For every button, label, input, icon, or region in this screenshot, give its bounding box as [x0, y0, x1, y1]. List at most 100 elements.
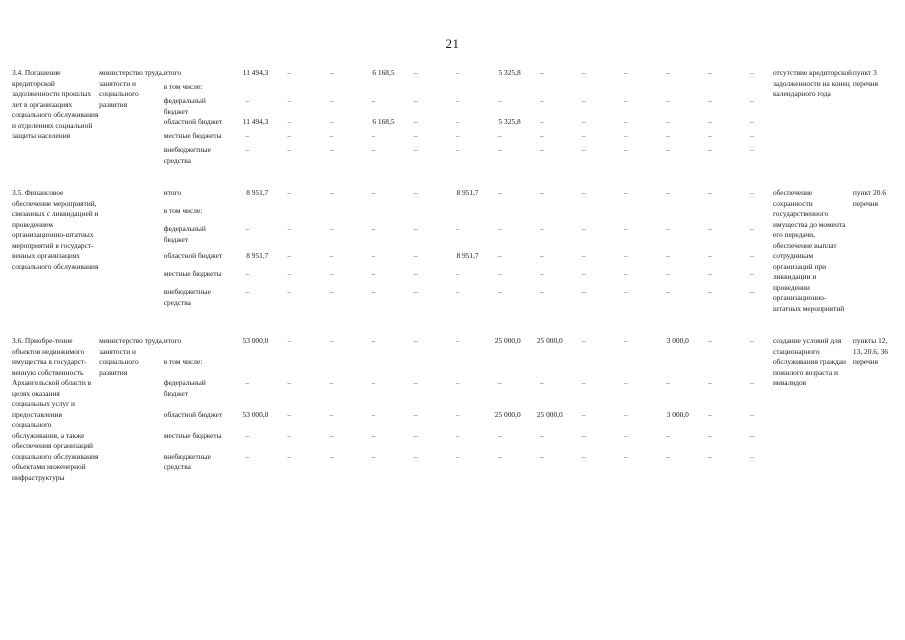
- amount-cell-empty: –: [708, 336, 712, 346]
- amount-cell: 8 951,7: [456, 251, 479, 261]
- amount-cell-empty: –: [623, 96, 628, 105]
- amount-cell-empty: –: [750, 251, 754, 261]
- amount-cell-empty: –: [750, 188, 754, 198]
- amount-cell: [226, 82, 268, 96]
- amount-cell: [563, 206, 605, 224]
- amount-cell-empty: –: [371, 287, 376, 297]
- amount-cell: [352, 206, 394, 224]
- amount-cell-empty: –: [581, 451, 586, 461]
- amount-cell: [437, 82, 479, 96]
- amount-cell-empty: –: [623, 287, 628, 297]
- amount-cell-empty: –: [245, 224, 250, 234]
- measure-name: 3.4. Погашение кредиторской задолженност…: [12, 68, 99, 141]
- funding-source-label: областной бюджет: [163, 409, 223, 419]
- amount-cell-empty: –: [329, 287, 334, 297]
- amount-cell-empty: –: [708, 287, 712, 297]
- amount-cell-empty: –: [287, 145, 292, 155]
- amount-cell-empty: –: [539, 378, 544, 388]
- amount-cell-empty: –: [371, 224, 376, 234]
- amount-cell-empty: –: [287, 287, 292, 297]
- amount-cell-empty: –: [497, 451, 502, 461]
- amount-cell-empty: –: [329, 451, 334, 461]
- amount-cell: 6 168,5: [372, 117, 395, 127]
- amount-cell-empty: –: [623, 378, 628, 388]
- amount-cell-empty: –: [371, 451, 376, 461]
- amount-cell-empty: –: [497, 378, 502, 388]
- amount-cell-empty: –: [329, 251, 334, 261]
- amount-cell-empty: –: [623, 224, 628, 234]
- amount-cell-empty: –: [455, 336, 460, 346]
- amount-cell-empty: –: [581, 409, 586, 419]
- amount-cell-empty: –: [623, 117, 628, 127]
- amount-cell-empty: –: [750, 451, 754, 461]
- amount-cell-empty: –: [539, 451, 544, 461]
- measure-name-cell: 3.4. Погашение кредиторской задолженност…: [12, 68, 99, 166]
- amount-cell: [479, 357, 521, 378]
- amount-cell: [521, 357, 563, 378]
- perechen-item-cell: пункт 3 перечня: [853, 68, 894, 166]
- amount-cell-empty: –: [329, 145, 334, 155]
- amount-cell-empty: –: [455, 145, 460, 155]
- amount-cell: [731, 82, 773, 96]
- amount-cell: [605, 357, 647, 378]
- amount-cell-empty: –: [665, 378, 670, 388]
- amount-cell: [689, 357, 731, 378]
- amount-cell-empty: –: [455, 117, 460, 127]
- amount-cell: [563, 82, 605, 96]
- amount-cell-empty: –: [665, 430, 670, 440]
- amount-cell-empty: –: [708, 269, 712, 279]
- table-body: 3.4. Погашение кредиторской задолженност…: [12, 68, 894, 483]
- perechen-item: пункт 20.6 перечня: [852, 188, 887, 208]
- amount-cell-empty: –: [750, 378, 754, 388]
- table-row: 3.4. Погашение кредиторской задолженност…: [12, 68, 894, 140]
- amount-cell-empty: –: [497, 269, 502, 279]
- amount-cell-empty: –: [455, 269, 460, 279]
- amount-cell-empty: –: [413, 378, 418, 388]
- amount-cell: [226, 206, 268, 224]
- amount-cell: 11 494,3: [242, 117, 269, 127]
- amount-cell-empty: –: [287, 430, 292, 440]
- amount-cell-empty: –: [413, 451, 418, 461]
- amount-cell-empty: –: [413, 336, 418, 346]
- funding-source-label: местные бюджеты: [163, 430, 222, 440]
- amount-cell-empty: –: [329, 68, 334, 77]
- amount-cell-empty: –: [750, 409, 754, 419]
- amount-cell: [310, 206, 352, 224]
- amount-cell-empty: –: [581, 188, 586, 198]
- amount-cell-empty: –: [708, 430, 712, 440]
- table-row: 3.6. Приобре-тение объектов недвижимого …: [12, 336, 894, 482]
- amount-cell: [437, 206, 479, 224]
- amount-cell-empty: –: [371, 251, 376, 261]
- amount-cell: [479, 206, 521, 224]
- amount-cell-empty: –: [623, 188, 628, 198]
- amount-cell-empty: –: [581, 269, 586, 279]
- amount-cell: [689, 206, 731, 224]
- amount-cell: [395, 357, 437, 378]
- amount-cell-empty: –: [581, 430, 586, 440]
- amount-cell-empty: –: [287, 378, 292, 388]
- amount-cell-empty: –: [708, 224, 712, 234]
- amount-cell: 11 494,3: [242, 68, 269, 77]
- amount-cell-empty: –: [371, 145, 376, 155]
- amount-cell-empty: –: [329, 336, 334, 346]
- amount-cell-empty: –: [287, 188, 292, 198]
- amount-cell-empty: –: [581, 117, 586, 127]
- amount-cell-empty: –: [665, 96, 670, 105]
- amount-cell-empty: –: [245, 145, 250, 155]
- amount-cell: 8 951,7: [246, 188, 269, 198]
- amount-cell-empty: –: [623, 131, 628, 141]
- amount-cell-empty: –: [581, 224, 586, 234]
- amount-cell: [647, 82, 689, 96]
- amount-cell-empty: –: [413, 287, 418, 297]
- amount-cell-empty: –: [581, 131, 586, 141]
- amount-cell-empty: –: [287, 131, 292, 141]
- amount-cell-empty: –: [455, 68, 460, 77]
- amount-cell: [268, 206, 310, 224]
- expected-result-cell: отсутствие кредиторской задолженности на…: [773, 68, 853, 166]
- expected-result: создание условий для стационарного обслу…: [772, 336, 846, 388]
- amount-cell-empty: –: [665, 451, 670, 461]
- amount-cell-empty: –: [329, 188, 334, 198]
- amount-cell-empty: –: [750, 430, 754, 440]
- amount-cell-empty: –: [623, 68, 628, 77]
- amount-cell-empty: –: [413, 224, 418, 234]
